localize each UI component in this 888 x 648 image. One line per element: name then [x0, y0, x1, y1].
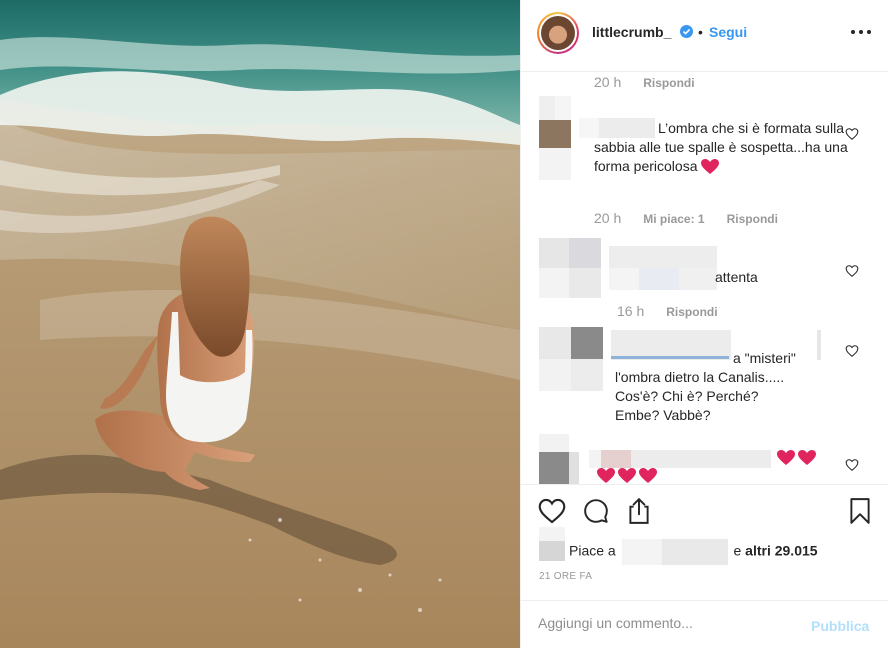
follow-button[interactable]: Segui [709, 24, 747, 40]
avatar[interactable] [539, 327, 603, 391]
reply-button[interactable]: Rispondi [643, 76, 694, 90]
comment-time: 20 h [594, 74, 622, 90]
comment-icon[interactable] [582, 498, 610, 524]
avatar[interactable] [539, 96, 571, 180]
post-header: littlecrumb_ • Segui [521, 0, 888, 72]
add-comment-bar: Pubblica [521, 600, 888, 648]
like-comment-heart-icon[interactable] [845, 127, 859, 141]
comment-meta: 16 h Rispondi [617, 303, 740, 319]
comments-list[interactable]: 20 h Rispondi L’ombra che si è formata su… [521, 72, 888, 484]
likes-count[interactable]: altri 29.015 [745, 543, 817, 559]
add-comment-input[interactable] [538, 615, 798, 631]
comment-text: a "misteri" l'ombra dietro la Canalis...… [615, 350, 796, 423]
post-timestamp[interactable]: 21 ORE FA [539, 571, 592, 582]
avatar[interactable] [539, 527, 565, 561]
redacted-username [589, 450, 771, 468]
red-heart-emoji-icon [597, 468, 657, 483]
verified-badge-icon [680, 25, 693, 38]
like-comment-heart-icon[interactable] [845, 264, 859, 278]
comment-time: 20 h [594, 210, 622, 226]
separator-dot: • [698, 24, 703, 40]
comment-text: L’ombra che si è formata sulla sabbia al… [594, 120, 848, 175]
redacted-username[interactable] [621, 539, 728, 565]
publish-button[interactable]: Pubblica [811, 618, 869, 634]
reply-button[interactable]: Rispondi [666, 305, 717, 319]
share-icon[interactable] [626, 497, 652, 525]
red-heart-emoji-icon [701, 159, 720, 175]
likes-summary: Piace a e altri 29.015 [569, 539, 818, 565]
redacted-username [609, 246, 717, 290]
post-actions: Piace a e altri 29.015 21 ORE FA [521, 484, 888, 584]
like-comment-heart-icon[interactable] [845, 458, 859, 472]
username-link[interactable]: littlecrumb_ [592, 24, 671, 40]
more-options-icon[interactable] [851, 30, 871, 36]
red-heart-emoji-icon [777, 450, 816, 465]
comment-meta: 20 h Mi piace: 1 Rispondi [594, 210, 800, 226]
comment-likes-count[interactable]: Mi piace: 1 [643, 212, 704, 226]
avatar[interactable] [537, 12, 579, 54]
comment-meta: 20 h Rispondi [594, 74, 717, 90]
comment-time: 16 h [617, 303, 645, 319]
reply-button[interactable]: Rispondi [727, 212, 778, 226]
like-comment-heart-icon[interactable] [845, 344, 859, 358]
save-bookmark-icon[interactable] [848, 497, 872, 525]
comment-text: attenta [715, 269, 758, 285]
post-photo[interactable] [0, 0, 520, 648]
beach-image [0, 0, 520, 648]
avatar[interactable] [539, 434, 579, 484]
post-side-panel: littlecrumb_ • Segui 20 h Rispondi L’ombr… [520, 0, 888, 648]
like-heart-icon[interactable] [538, 498, 566, 524]
avatar[interactable] [539, 238, 603, 298]
